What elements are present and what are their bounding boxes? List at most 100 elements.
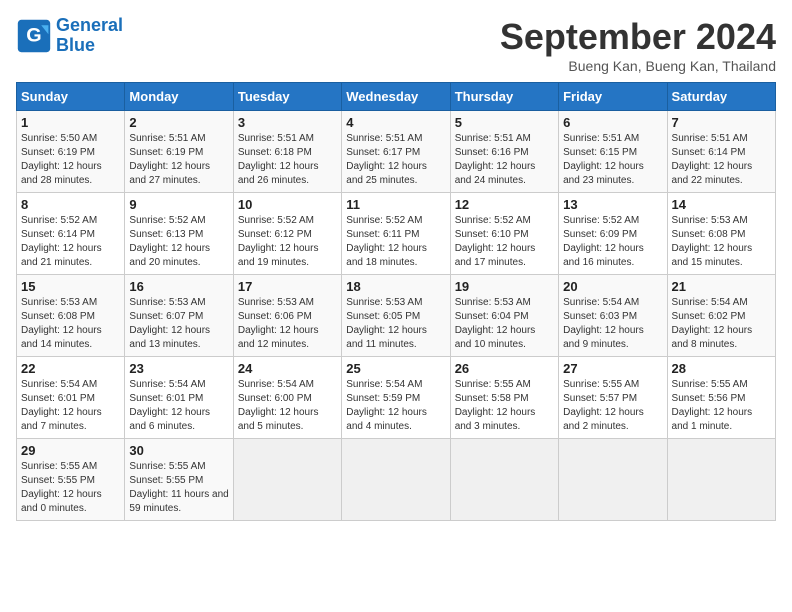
day-number: 8 (21, 197, 120, 212)
sunrise: Sunrise: 5:51 AM (563, 133, 639, 144)
table-row: 15Sunrise: 5:53 AMSunset: 6:08 PMDayligh… (17, 275, 125, 357)
table-row: 6Sunrise: 5:51 AMSunset: 6:15 PMDaylight… (559, 111, 667, 193)
daylight: Daylight: 12 hours and 26 minutes. (238, 161, 319, 186)
table-row: 14 Sunrise: 5:53 AMSunset: 6:08 PMDayligh… (667, 193, 775, 275)
calendar-week-row: 22Sunrise: 5:54 AMSunset: 6:01 PMDayligh… (17, 357, 776, 439)
sunrise: Sunrise: 5:51 AM (129, 133, 205, 144)
day-info: Sunrise: 5:53 AMSunset: 6:04 PMDaylight:… (455, 296, 554, 352)
sunset: Sunset: 6:10 PM (455, 229, 529, 240)
daylight: Daylight: 12 hours and 21 minutes. (21, 243, 102, 268)
col-wednesday: Wednesday (342, 83, 450, 111)
table-row: 7Sunrise: 5:51 AMSunset: 6:14 PMDaylight… (667, 111, 775, 193)
calendar-body: 1Sunrise: 5:50 AMSunset: 6:19 PMDaylight… (17, 111, 776, 521)
day-number: 4 (346, 115, 445, 130)
table-row: 27Sunrise: 5:55 AMSunset: 5:57 PMDayligh… (559, 357, 667, 439)
sunrise: Sunrise: 5:55 AM (129, 461, 205, 472)
day-number: 26 (455, 361, 554, 376)
sunrise: Sunrise: 5:55 AM (455, 379, 531, 390)
day-number: 9 (129, 197, 228, 212)
sunrise: Sunrise: 5:51 AM (238, 133, 314, 144)
day-number: 12 (455, 197, 554, 212)
sunrise: Sunrise: 5:54 AM (563, 297, 639, 308)
sunset: Sunset: 6:05 PM (346, 311, 420, 322)
sunrise: Sunrise: 5:51 AM (455, 133, 531, 144)
sunset: Sunset: 6:17 PM (346, 147, 420, 158)
sunrise: Sunrise: 5:51 AM (346, 133, 422, 144)
sunrise: Sunrise: 5:50 AM (21, 133, 97, 144)
table-row: 10Sunrise: 5:52 AMSunset: 6:12 PMDayligh… (233, 193, 341, 275)
table-row: 25Sunrise: 5:54 AMSunset: 5:59 PMDayligh… (342, 357, 450, 439)
col-tuesday: Tuesday (233, 83, 341, 111)
table-row: 28Sunrise: 5:55 AMSunset: 5:56 PMDayligh… (667, 357, 775, 439)
sunset: Sunset: 6:19 PM (21, 147, 95, 158)
table-row (450, 439, 558, 521)
table-row: 12Sunrise: 5:52 AMSunset: 6:10 PMDayligh… (450, 193, 558, 275)
sunrise: Sunrise: 5:54 AM (129, 379, 205, 390)
sunrise: Sunrise: 5:52 AM (563, 215, 639, 226)
day-number: 10 (238, 197, 337, 212)
sunset: Sunset: 6:01 PM (129, 393, 203, 404)
title-area: September 2024 Bueng Kan, Bueng Kan, Tha… (500, 16, 776, 74)
day-info: Sunrise: 5:52 AMSunset: 6:12 PMDaylight:… (238, 214, 337, 270)
sunset: Sunset: 6:00 PM (238, 393, 312, 404)
day-info: Sunrise: 5:54 AMSunset: 6:03 PMDaylight:… (563, 296, 662, 352)
table-row: 1Sunrise: 5:50 AMSunset: 6:19 PMDaylight… (17, 111, 125, 193)
sunset: Sunset: 5:55 PM (129, 475, 203, 486)
table-row (667, 439, 775, 521)
sunrise: Sunrise: 5:54 AM (672, 297, 748, 308)
sunset: Sunset: 6:02 PM (672, 311, 746, 322)
sunrise: Sunrise: 5:54 AM (21, 379, 97, 390)
col-friday: Friday (559, 83, 667, 111)
sunrise: Sunrise: 5:52 AM (455, 215, 531, 226)
table-row: 13Sunrise: 5:52 AMSunset: 6:09 PMDayligh… (559, 193, 667, 275)
logo-icon: G (16, 18, 52, 54)
table-row: 23Sunrise: 5:54 AMSunset: 6:01 PMDayligh… (125, 357, 233, 439)
sunset: Sunset: 6:14 PM (21, 229, 95, 240)
day-info: Sunrise: 5:53 AMSunset: 6:08 PMDaylight:… (672, 214, 771, 270)
daylight: Daylight: 12 hours and 18 minutes. (346, 243, 427, 268)
daylight: Daylight: 12 hours and 16 minutes. (563, 243, 644, 268)
table-row: 9Sunrise: 5:52 AMSunset: 6:13 PMDaylight… (125, 193, 233, 275)
day-number: 15 (21, 279, 120, 294)
table-row: 8Sunrise: 5:52 AMSunset: 6:14 PMDaylight… (17, 193, 125, 275)
sunset: Sunset: 6:13 PM (129, 229, 203, 240)
daylight: Daylight: 12 hours and 24 minutes. (455, 161, 536, 186)
sunset: Sunset: 6:09 PM (563, 229, 637, 240)
table-row (233, 439, 341, 521)
daylight: Daylight: 12 hours and 20 minutes. (129, 243, 210, 268)
col-monday: Monday (125, 83, 233, 111)
table-row: 22Sunrise: 5:54 AMSunset: 6:01 PMDayligh… (17, 357, 125, 439)
sunset: Sunset: 6:18 PM (238, 147, 312, 158)
daylight: Daylight: 12 hours and 5 minutes. (238, 407, 319, 432)
sunrise: Sunrise: 5:51 AM (672, 133, 748, 144)
logo: G General Blue (16, 16, 123, 56)
daylight: Daylight: 12 hours and 13 minutes. (129, 325, 210, 350)
table-row: 20Sunrise: 5:54 AMSunset: 6:03 PMDayligh… (559, 275, 667, 357)
daylight: Daylight: 12 hours and 15 minutes. (672, 243, 753, 268)
daylight: Daylight: 12 hours and 7 minutes. (21, 407, 102, 432)
sunset: Sunset: 6:12 PM (238, 229, 312, 240)
daylight: Daylight: 12 hours and 14 minutes. (21, 325, 102, 350)
day-info: Sunrise: 5:54 AM Sunset: 6:01 PM Daylight:… (21, 378, 120, 434)
day-number: 3 (238, 115, 337, 130)
sunrise: Sunrise: 5:54 AM (346, 379, 422, 390)
calendar-subtitle: Bueng Kan, Bueng Kan, Thailand (500, 58, 776, 74)
day-info: Sunrise: 5:53 AMSunset: 6:05 PMDaylight:… (346, 296, 445, 352)
sunset: Sunset: 6:16 PM (455, 147, 529, 158)
table-row: 26Sunrise: 5:55 AMSunset: 5:58 PMDayligh… (450, 357, 558, 439)
sunrise: Sunrise: 5:52 AM (238, 215, 314, 226)
day-info: Sunrise: 5:54 AMSunset: 6:02 PMDaylight:… (672, 296, 771, 352)
sunrise: Sunrise: 5:52 AM (346, 215, 422, 226)
sunset: Sunset: 6:01 PM (21, 393, 95, 404)
day-number: 19 (455, 279, 554, 294)
daylight: Daylight: 12 hours and 6 minutes. (129, 407, 210, 432)
day-number: 14 (672, 197, 771, 212)
calendar-week-row: 15Sunrise: 5:53 AMSunset: 6:08 PMDayligh… (17, 275, 776, 357)
table-row: 17Sunrise: 5:53 AMSunset: 6:06 PMDayligh… (233, 275, 341, 357)
table-row: 30Sunrise: 5:55 AMSunset: 5:55 PMDayligh… (125, 439, 233, 521)
col-sunday: Sunday (17, 83, 125, 111)
sunset: Sunset: 6:11 PM (346, 229, 419, 240)
daylight: Daylight: 12 hours and 25 minutes. (346, 161, 427, 186)
table-row (559, 439, 667, 521)
sunset: Sunset: 6:14 PM (672, 147, 746, 158)
